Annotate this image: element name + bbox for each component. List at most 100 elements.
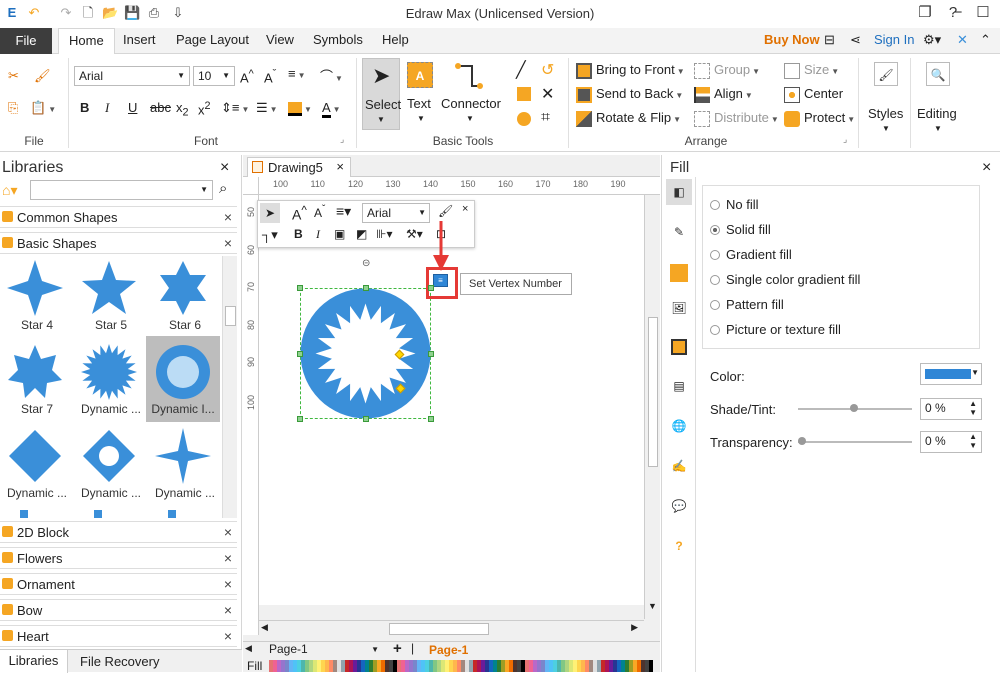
select-tool-button[interactable]: ➤ Select ▼ (362, 58, 401, 130)
transparency-input[interactable]: 0 % ▲ ▼ (920, 431, 982, 453)
close-fill-panel-icon[interactable]: × (982, 159, 991, 177)
shape-dynamic-inner-star[interactable]: Dynamic I... (146, 336, 220, 422)
tab-libraries[interactable]: Libraries (0, 650, 68, 673)
rotate-handle-icon[interactable]: ⊝ (362, 258, 370, 269)
color-picker[interactable]: ▼ (920, 363, 982, 385)
font-color-icon[interactable]: A ▼ (322, 100, 341, 118)
settings-icon[interactable]: ⚙▾ (923, 32, 941, 48)
minimize-icon[interactable]: − (945, 2, 971, 24)
line-icon[interactable]: ╱ (516, 60, 526, 80)
bring-to-front-button[interactable]: Bring to Front ▼ (576, 62, 685, 79)
underline-icon[interactable]: U (128, 100, 137, 115)
cross-icon[interactable]: ✕ (541, 84, 554, 104)
resize-handle[interactable] (297, 350, 303, 357)
palette-swatch[interactable] (649, 660, 653, 672)
fill-option-single-color-gradient[interactable]: Single color gradient fill (710, 272, 860, 287)
page-tab[interactable]: Page-1 (429, 643, 468, 657)
shade-input[interactable]: 0 % ▲ ▼ (920, 398, 982, 420)
dynamic-inner-star-shape[interactable] (300, 288, 431, 419)
shape-star-6[interactable]: Star 6 (148, 256, 218, 338)
line-tab-icon[interactable]: ✎ (666, 219, 692, 245)
superscript-icon[interactable]: x2 (198, 100, 211, 117)
copy-icon[interactable]: ⎘ (8, 100, 18, 116)
highlight-color-icon[interactable]: ▼ (288, 100, 312, 116)
bold-icon[interactable]: B (80, 100, 89, 115)
italic-icon[interactable]: I (105, 100, 109, 116)
format-painter-icon[interactable]: 🖌 (438, 204, 453, 218)
resize-handle[interactable] (428, 416, 434, 422)
fill-option-solid-fill[interactable]: Solid fill (710, 222, 771, 237)
resize-handle[interactable] (362, 285, 369, 291)
tab-help[interactable]: Help (382, 32, 409, 47)
library-category-flowers[interactable]: Flowers × (0, 547, 237, 569)
close-icon[interactable]: × (224, 576, 232, 592)
align-icon[interactable]: ≡ ▼ (288, 66, 306, 81)
text-tool-button[interactable]: A Text ▼ (404, 58, 438, 130)
resize-handle[interactable] (297, 285, 303, 291)
rotate-flip-button[interactable]: Rotate & Flip ▼ (576, 110, 681, 127)
page-selector[interactable]: Page-1 ▼ (265, 642, 383, 658)
connector-icon[interactable]: ┐▾ (262, 227, 278, 243)
distribute-icon[interactable]: ⊪▾ (376, 227, 392, 241)
fill-option-picture-fill[interactable]: Picture or texture fill (710, 322, 841, 337)
subscript-icon[interactable]: x2 (176, 100, 189, 119)
group-button[interactable]: Group ▼ (694, 62, 760, 79)
grow-font-icon[interactable]: A^ (292, 204, 307, 223)
help-tab-icon[interactable]: ? (666, 533, 692, 559)
font-size-select[interactable]: 10 ▼ (193, 66, 235, 86)
mini-font-select[interactable]: Arial ▼ (362, 203, 430, 223)
vertical-scrollbar[interactable]: ▼ (644, 195, 660, 619)
tab-view[interactable]: View (266, 32, 294, 47)
shape-star-4[interactable]: Star 4 (0, 256, 70, 338)
tab-file[interactable]: File (0, 28, 52, 54)
shape-star-7[interactable]: Star 7 (0, 340, 70, 422)
fill-option-gradient-fill[interactable]: Gradient fill (710, 247, 792, 262)
center-button[interactable]: Center (784, 86, 843, 103)
rectangle-icon[interactable] (517, 87, 531, 101)
grow-font-icon[interactable]: A^ (240, 68, 254, 85)
line-style-icon[interactable]: ⌒ ▼ (320, 66, 343, 85)
crop-icon[interactable]: ⌗ (541, 109, 550, 127)
add-page-icon[interactable]: + (393, 640, 402, 657)
home-icon[interactable]: ⌂▾ (2, 182, 17, 199)
send-to-back-button[interactable]: Send to Back ▼ (576, 86, 683, 103)
close-libraries-icon[interactable]: × (220, 159, 229, 177)
tab-insert[interactable]: Insert (123, 32, 156, 47)
library-category-heart[interactable]: Heart × (0, 625, 237, 647)
ellipse-icon[interactable] (517, 112, 531, 126)
library-category-basic-shapes[interactable]: Basic Shapes × (0, 232, 237, 254)
tab-page-layout[interactable]: Page Layout (176, 32, 249, 47)
document-tab[interactable]: Drawing5 × (247, 157, 351, 177)
editing-button[interactable]: 🔍 Editing ▼ (916, 60, 962, 136)
distribute-button[interactable]: Distribute ▼ (694, 110, 779, 127)
close-icon[interactable]: × (224, 524, 232, 540)
font-dialog-launcher-icon[interactable]: ⌟ (340, 134, 344, 145)
library-category-ornament[interactable]: Ornament × (0, 573, 237, 595)
transparency-slider-track[interactable] (798, 441, 912, 443)
close-icon[interactable]: × (224, 550, 232, 566)
apps-icon[interactable]: ✕ (957, 32, 968, 48)
library-search-input[interactable]: ▼ (30, 180, 213, 200)
sign-in-link[interactable]: Sign In (874, 32, 914, 47)
connector-tool-button[interactable]: Connector ▼ (440, 58, 502, 130)
shrink-font-icon[interactable]: Aˇ (314, 204, 325, 220)
library-scrollbar[interactable] (222, 256, 237, 518)
font-name-select[interactable]: Arial ▼ (74, 66, 190, 86)
buy-now-link[interactable]: Buy Now (764, 32, 820, 47)
strikethrough-icon[interactable]: abc (150, 100, 171, 115)
comment-tab-icon[interactable]: 💬 (666, 493, 692, 519)
restore-icon[interactable]: ❐ (912, 2, 938, 24)
shade-slider-thumb[interactable] (850, 404, 858, 412)
format-painter-icon[interactable]: ✂ (8, 68, 19, 84)
align-button[interactable]: Align ▼ (694, 86, 753, 103)
shape-dynamic-star[interactable]: Dynamic ... (74, 340, 144, 422)
shape-dynamic-ring-diamond[interactable]: Dynamic ... (74, 424, 144, 506)
tools-icon[interactable]: ⚒▾ (406, 227, 423, 241)
bring-front-icon[interactable]: ▣ (334, 227, 345, 241)
italic-icon[interactable]: I (316, 227, 320, 242)
resize-handle[interactable] (297, 416, 303, 422)
color-palette[interactable] (269, 660, 655, 672)
arrange-dialog-launcher-icon[interactable]: ⌟ (843, 134, 847, 145)
tab-file-recovery[interactable]: File Recovery (80, 654, 159, 669)
shape-dynamic-diamond[interactable]: Dynamic ... (0, 424, 70, 506)
